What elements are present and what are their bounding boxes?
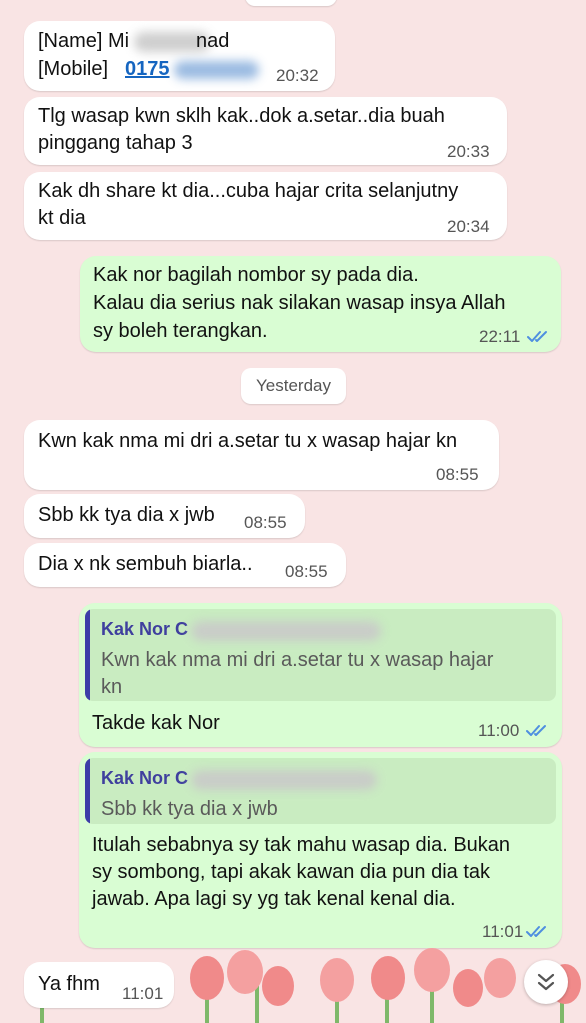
redacted-author xyxy=(191,770,377,790)
double-check-icon xyxy=(526,926,546,937)
contact-name-tail: nad xyxy=(196,30,230,52)
message-bubble[interactable]: Kak dh share kt dia...cuba hajar crita s… xyxy=(24,172,507,240)
quote-text-line: Kwn kak nma mi dri a.setar tu x wasap ha… xyxy=(101,649,494,671)
date-separator: Yesterday xyxy=(241,368,346,404)
scroll-to-bottom-button[interactable] xyxy=(524,960,568,1004)
quote-text-line: kn xyxy=(101,676,123,698)
quote-accent-bar xyxy=(85,758,90,824)
message-bubble-contact[interactable]: [Name] Mi nad [Mobile] 0175 20:32 xyxy=(24,21,335,91)
message-text-line: Kwn kak nma mi dri a.setar tu x wasap ha… xyxy=(38,430,458,452)
message-bubble[interactable]: Dia x nk sembuh biarla.. 08:55 xyxy=(24,543,346,587)
message-time: 11:00 xyxy=(478,721,520,740)
message-text-line: Kalau dia serius nak silakan wasap insya… xyxy=(93,292,506,314)
message-text-line: jawab. Apa lagi sy yg tak kenal kenal di… xyxy=(92,888,456,910)
message-text-line: kt dia xyxy=(38,207,86,229)
message-bubble-outgoing[interactable]: Kak Nor C Kwn kak nma mi dri a.setar tu … xyxy=(79,603,562,747)
message-bubble[interactable]: Tlg wasap kwn sklh kak..dok a.setar..dia… xyxy=(24,97,507,165)
message-text-line: pinggang tahap 3 xyxy=(38,132,193,154)
message-bubble-outgoing[interactable]: Kak Nor C Sbb kk tya dia x jwb Itulah se… xyxy=(79,752,562,948)
message-bubble[interactable]: Sbb kk tya dia x jwb 08:55 xyxy=(24,494,305,538)
message-bubble[interactable]: Ya fhm 11:01 xyxy=(24,962,174,1008)
message-time: 11:01 xyxy=(122,984,164,1003)
double-check-icon xyxy=(527,331,547,342)
double-check-icon xyxy=(526,725,546,736)
contact-mobile-link[interactable]: 0175 xyxy=(125,55,170,83)
quote-author: Kak Nor C xyxy=(101,619,189,639)
quote-text-line: Sbb kk tya dia x jwb xyxy=(101,798,278,820)
message-text-line: Ya fhm xyxy=(38,973,100,995)
message-bubble-partial[interactable] xyxy=(245,0,337,6)
quoted-message[interactable]: Kak Nor C Sbb kk tya dia x jwb xyxy=(85,758,556,824)
message-text-line: Kak dh share kt dia...cuba hajar crita s… xyxy=(38,180,459,202)
chat-area[interactable]: [Name] Mi nad [Mobile] 0175 20:32 Tlg wa… xyxy=(0,0,586,1023)
quoted-message[interactable]: Kak Nor C Kwn kak nma mi dri a.setar tu … xyxy=(85,609,556,701)
message-text-line: Tlg wasap kwn sklh kak..dok a.setar..dia… xyxy=(38,105,445,127)
quote-author: Kak Nor C xyxy=(101,768,189,788)
quote-accent-bar xyxy=(85,609,90,701)
message-text-line: Takde kak Nor xyxy=(92,712,220,734)
message-bubble[interactable]: Kwn kak nma mi dri a.setar tu x wasap ha… xyxy=(24,420,499,490)
contact-name-prefix: [Name] Mi xyxy=(38,30,130,52)
contact-mobile-label: [Mobile] xyxy=(38,58,109,80)
message-time: 08:55 xyxy=(244,513,287,532)
message-time: 08:55 xyxy=(436,465,479,484)
message-text-line: Dia x nk sembuh biarla.. xyxy=(38,553,253,575)
message-time: 22:11 xyxy=(479,327,521,346)
message-text-line: sy boleh terangkan. xyxy=(93,320,268,342)
message-time: 08:55 xyxy=(285,562,328,581)
message-time: 20:33 xyxy=(447,142,490,161)
message-text-line: Itulah sebabnya sy tak mahu wasap dia. B… xyxy=(92,834,511,856)
message-text-line: sy sombong, tapi akak kawan dia pun dia … xyxy=(92,861,491,883)
message-bubble-outgoing[interactable]: Kak nor bagilah nombor sy pada dia. Kala… xyxy=(80,256,561,352)
redacted-phone xyxy=(174,61,259,79)
message-time: 20:34 xyxy=(447,217,490,236)
redacted-author xyxy=(191,621,381,641)
message-time: 11:01 xyxy=(482,922,524,941)
chevron-double-down-icon xyxy=(537,973,555,991)
message-text-line: Sbb kk tya dia x jwb xyxy=(38,504,215,526)
message-time: 20:32 xyxy=(276,66,319,85)
message-text-line: Kak nor bagilah nombor sy pada dia. xyxy=(93,264,419,286)
